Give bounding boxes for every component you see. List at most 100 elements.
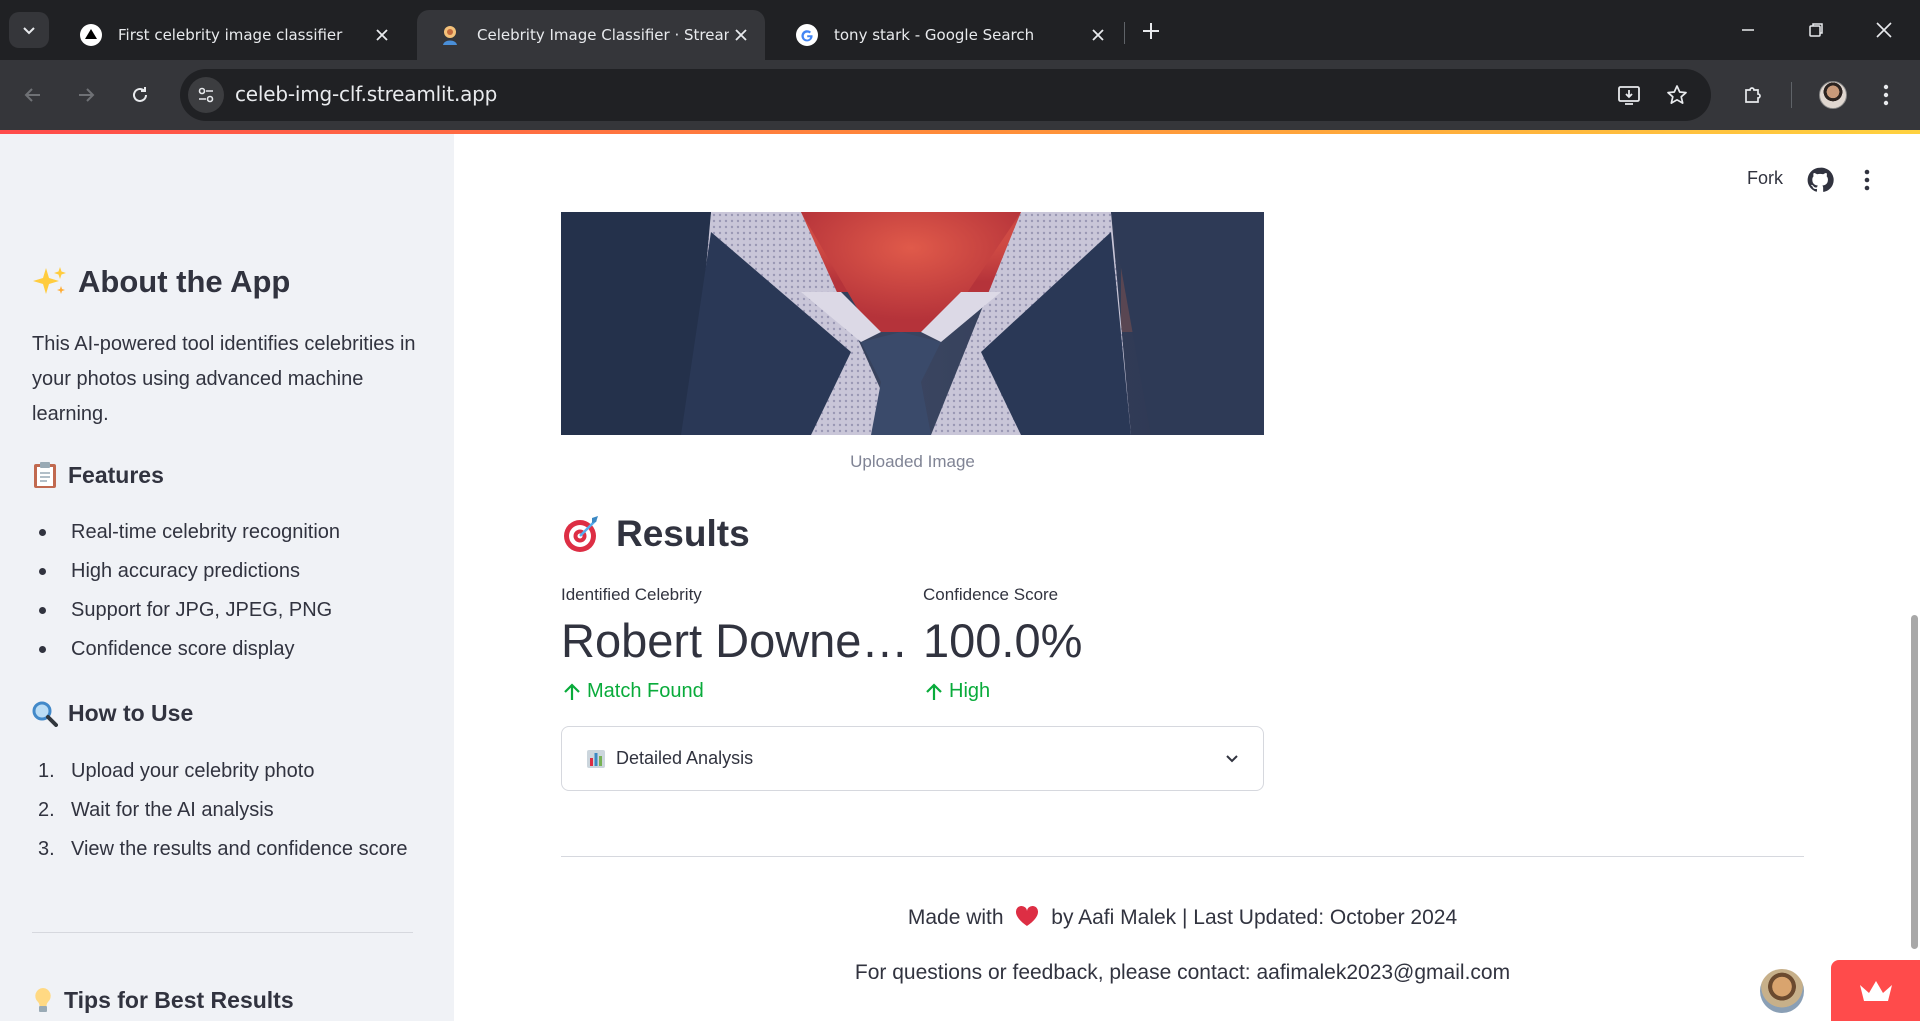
sidebar-about-text: This AI-powered tool identifies celebrit…	[32, 333, 416, 425]
list-item: Support for JPG, JPEG, PNG	[32, 595, 340, 634]
step-text: View the results and confidence score	[71, 838, 408, 860]
uploaded-image	[561, 212, 1264, 435]
metric-celebrity-value: Robert Downe…	[561, 614, 909, 667]
fork-button[interactable]: Fork	[1747, 168, 1783, 189]
step-number: 1.	[38, 760, 55, 782]
back-button[interactable]	[15, 77, 51, 113]
step-number: 2.	[38, 799, 55, 821]
image-caption: Uploaded Image	[850, 452, 975, 471]
page-scrollbar[interactable]	[1911, 615, 1918, 949]
browser-tab-2[interactable]: Celebrity Image Classifier · Streamlit	[417, 10, 765, 60]
metric-celebrity-delta: Match Found	[563, 680, 704, 703]
streamlit-app-icon	[439, 24, 461, 46]
close-icon[interactable]	[729, 23, 753, 47]
results-heading: Results	[562, 513, 750, 555]
crown-icon	[1859, 980, 1892, 1001]
sidebar-features-title: Features	[68, 461, 164, 488]
minimize-icon	[1742, 29, 1754, 31]
minimize-button[interactable]	[1724, 10, 1772, 50]
list-item: 2. Wait for the AI analysis	[32, 795, 408, 834]
footer-author-text: by Aafi Malek | Last Updated: October 20…	[1051, 906, 1458, 929]
tab-search-button[interactable]	[9, 12, 49, 48]
footer-divider	[561, 856, 1804, 857]
kebab-menu-icon	[1883, 84, 1889, 106]
url-text[interactable]: celeb-img-clf.streamlit.app	[235, 82, 497, 106]
footer-contact: For questions or feedback, please contac…	[854, 961, 1511, 984]
step-number: 3.	[38, 838, 55, 860]
features-list: Real-time celebrity recognition High acc…	[32, 517, 340, 673]
new-tab-button[interactable]	[1134, 14, 1168, 48]
star-icon	[1667, 85, 1687, 104]
arrow-left-icon	[24, 88, 40, 102]
toolbar-separator	[1791, 82, 1792, 108]
list-item: 3. View the results and confidence score	[32, 834, 408, 873]
streamlit-badge-button[interactable]	[1831, 960, 1920, 1021]
profile-button[interactable]	[1815, 77, 1851, 113]
list-item: Confidence score display	[32, 634, 340, 673]
close-icon[interactable]	[1086, 23, 1110, 47]
sidebar-tips-heading: Tips for Best Results	[32, 986, 294, 1014]
address-bar[interactable]: celeb-img-clf.streamlit.app	[180, 69, 1711, 121]
metric-delta-text: High	[949, 680, 991, 702]
close-icon[interactable]	[370, 23, 394, 47]
site-info-button[interactable]	[188, 77, 224, 113]
vercel-triangle-icon	[80, 24, 102, 46]
window-close-button[interactable]	[1860, 10, 1908, 50]
target-icon	[562, 514, 602, 554]
list-item: Real-time celebrity recognition	[32, 517, 340, 556]
sidebar-features-heading: Features	[32, 461, 164, 489]
tune-icon	[198, 87, 214, 103]
sidebar: About the App This AI-powered tool ident…	[0, 134, 454, 1021]
metric-confidence-delta: High	[925, 680, 990, 703]
restore-icon	[1809, 23, 1823, 37]
magnifier-icon	[32, 701, 58, 727]
github-icon[interactable]	[1806, 166, 1834, 194]
tab-title: First celebrity image classifier	[118, 26, 343, 44]
sidebar-tips-title: Tips for Best Results	[64, 986, 294, 1013]
arrow-right-icon	[79, 88, 95, 102]
app-menu-button[interactable]	[1857, 166, 1877, 194]
arrow-up-icon	[564, 682, 580, 700]
metric-celebrity-label: Identified Celebrity	[561, 585, 702, 604]
sidebar-howto-heading: How to Use	[32, 700, 193, 727]
metric-confidence-label: Confidence Score	[923, 585, 1059, 604]
google-g-icon	[796, 24, 818, 46]
sidebar-about-title: About the App	[78, 264, 291, 299]
step-text: Wait for the AI analysis	[71, 799, 274, 821]
extensions-button[interactable]	[1735, 77, 1771, 113]
avatar	[1819, 81, 1847, 109]
clipboard-icon	[32, 461, 58, 489]
detailed-analysis-expander[interactable]: Detailed Analysis	[561, 726, 1264, 791]
browser-tab-3[interactable]: tony stark - Google Search	[774, 10, 1122, 60]
sidebar-about-heading: About the App	[32, 264, 290, 300]
lightbulb-icon	[32, 986, 54, 1014]
close-icon	[1876, 22, 1892, 38]
bookmark-star-button[interactable]	[1661, 79, 1693, 111]
results-title: Results	[616, 513, 750, 554]
footer-made-with: Made with by Aafi Malek | Last Updated: …	[561, 905, 1804, 933]
plus-icon	[1143, 23, 1159, 39]
restore-button[interactable]	[1792, 10, 1840, 50]
tab-title: tony stark - Google Search	[834, 26, 1035, 44]
expander-header: Detailed Analysis	[586, 748, 753, 769]
metric-confidence-value: 100.0%	[923, 614, 1083, 667]
chevron-down-icon	[1226, 755, 1238, 763]
install-app-button[interactable]	[1613, 79, 1645, 111]
install-icon	[1618, 86, 1640, 105]
howto-steps-list: 1. Upload your celebrity photo 2. Wait for…	[32, 756, 408, 873]
sparkles-icon	[32, 264, 68, 300]
list-item: High accuracy predictions	[32, 556, 340, 595]
browser-menu-button[interactable]	[1868, 77, 1904, 113]
avatar[interactable]	[1760, 969, 1804, 1013]
puzzle-icon	[1745, 87, 1761, 103]
step-text: Upload your celebrity photo	[71, 760, 315, 782]
browser-tab-1[interactable]: First celebrity image classifier	[58, 10, 406, 60]
browser-toolbar: celeb-img-clf.streamlit.app	[0, 60, 1920, 130]
footer-made-with-text: Made with	[907, 906, 1004, 929]
bar-chart-icon	[586, 749, 606, 769]
sidebar-howto-title: How to Use	[68, 700, 194, 726]
reload-button[interactable]	[122, 77, 158, 113]
forward-button[interactable]	[68, 77, 104, 113]
metric-delta-text: Match Found	[587, 680, 704, 702]
reload-icon	[133, 87, 147, 102]
